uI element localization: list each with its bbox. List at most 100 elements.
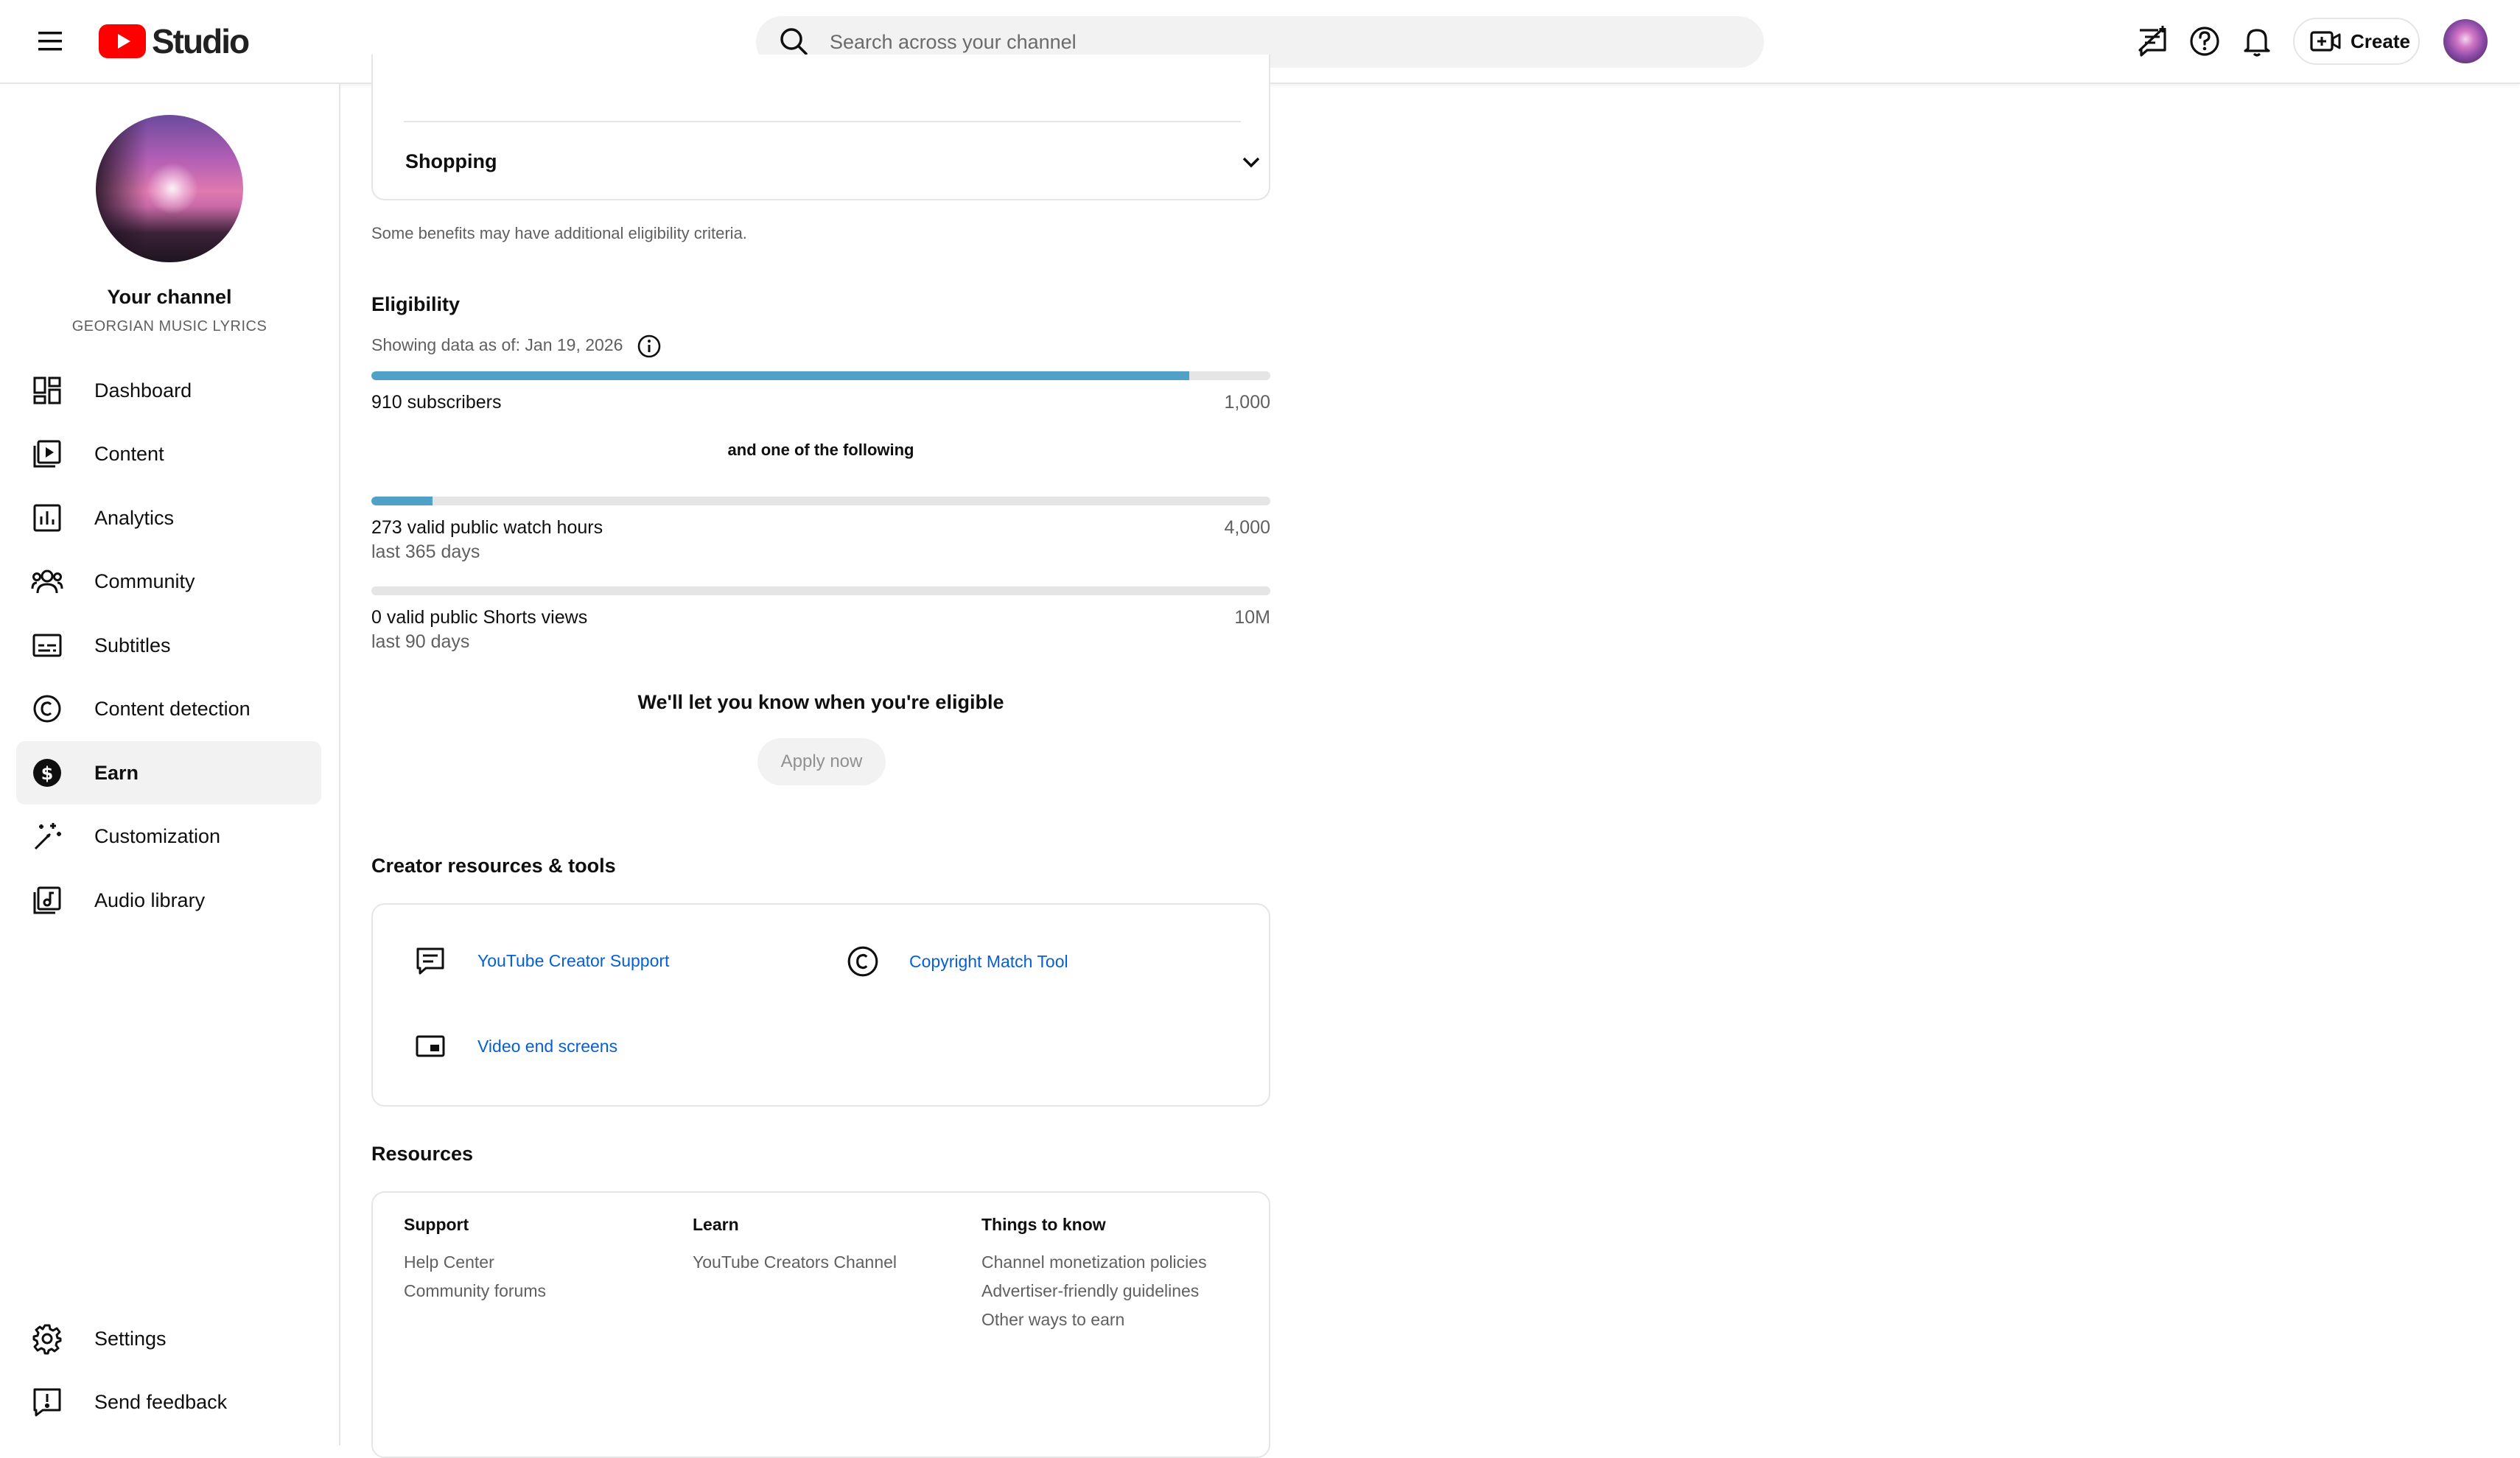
gear-icon: [31, 1322, 63, 1355]
sidebar-item-label: Dashboard: [94, 379, 192, 402]
creator-tools-title: Creator resources & tools: [371, 855, 616, 877]
feedback-chat-icon[interactable]: [2135, 24, 2170, 59]
resources-column-support: Support Help Center Community forums: [404, 1215, 546, 1301]
info-icon[interactable]: [637, 334, 662, 359]
shorts-views-label: 0 valid public Shorts views: [371, 607, 588, 628]
sidebar-item-label: Subtitles: [94, 634, 171, 656]
resources-column-learn: Learn YouTube Creators Channel: [693, 1215, 897, 1272]
shopping-accordion[interactable]: Shopping: [373, 122, 1269, 199]
subscribers-progress-bar: [371, 371, 1270, 380]
benefits-card: Shopping: [371, 55, 1270, 200]
audio-library-icon: [31, 884, 63, 916]
shorts-views-progress-bar: [371, 586, 1270, 595]
subscribers-target: 1,000: [1224, 392, 1270, 413]
shorts-views-period: last 90 days: [371, 631, 470, 652]
sidebar-item-label: Content: [94, 442, 164, 465]
end-screens-link[interactable]: Video end screens: [414, 1030, 617, 1062]
sidebar-item-audio-library[interactable]: Audio library: [16, 869, 321, 932]
sidebar-item-label: Content detection: [94, 697, 251, 720]
sidebar-item-label: Audio library: [94, 889, 206, 911]
sidebar-item-label: Send feedback: [94, 1390, 228, 1413]
support-chat-icon: [414, 944, 447, 977]
magic-wand-icon: [31, 820, 63, 852]
sidebar-item-label: Customization: [94, 824, 221, 847]
create-video-icon: [2309, 27, 2342, 56]
watch-hours-progress-fill: [371, 497, 433, 505]
eligibility-notice: We'll let you know when you're eligible: [637, 691, 1004, 713]
resources-title: Resources: [371, 1143, 474, 1165]
dashboard-icon: [31, 374, 63, 407]
watch-hours-period: last 365 days: [371, 542, 480, 562]
create-button[interactable]: Create: [2293, 18, 2420, 65]
sidebar-item-customization[interactable]: Customization: [16, 805, 321, 868]
shorts-views-target: 10M: [1234, 607, 1270, 628]
sidebar-item-content[interactable]: Content: [16, 422, 321, 486]
copyright-match-label: Copyright Match Tool: [909, 951, 1068, 971]
logo-text: Studio: [152, 22, 250, 60]
watch-hours-label: 273 valid public watch hours: [371, 517, 603, 538]
copyright-match-link[interactable]: Copyright Match Tool: [846, 944, 1068, 978]
watch-hours-progress-bar: [371, 497, 1270, 505]
watch-hours-target: 4,000: [1224, 517, 1270, 538]
channel-name: GEORGIAN MUSIC LYRICS: [71, 318, 267, 334]
resources-column-heading: Learn: [693, 1215, 739, 1234]
channel-avatar[interactable]: [96, 115, 243, 262]
copyright-icon: [31, 693, 63, 725]
creator-support-label: YouTube Creator Support: [477, 950, 670, 970]
channel-title: Your channel: [107, 286, 232, 308]
help-center-link[interactable]: Help Center: [404, 1252, 546, 1272]
advertiser-guidelines-link[interactable]: Advertiser-friendly guidelines: [981, 1281, 1207, 1301]
sidebar-item-settings[interactable]: Settings: [16, 1307, 321, 1370]
dollar-icon: $: [31, 757, 63, 789]
chevron-down-icon: [1238, 149, 1264, 175]
eligibility-title: Eligibility: [371, 293, 461, 315]
resources-column-heading: Things to know: [981, 1215, 1106, 1234]
community-icon: [31, 565, 63, 597]
end-screens-label: Video end screens: [477, 1036, 618, 1056]
resources-column-things-to-know: Things to know Channel monetization poli…: [981, 1215, 1207, 1330]
account-avatar[interactable]: [2443, 19, 2488, 63]
resources-card: Support Help Center Community forums Lea…: [371, 1191, 1270, 1458]
apply-now-button[interactable]: Apply now: [757, 738, 886, 785]
sidebar-item-label: Analytics: [94, 506, 175, 529]
sidebar-item-content-detection[interactable]: Content detection: [16, 677, 321, 740]
sidebar-item-dashboard[interactable]: Dashboard: [16, 359, 321, 422]
sidebar-item-label: Community: [94, 569, 195, 592]
earn-main-content: Shopping Some benefits may have addition…: [340, 55, 2520, 1458]
sidebar-item-community[interactable]: Community: [16, 550, 321, 613]
content-icon: [31, 438, 63, 470]
analytics-icon: [31, 502, 63, 534]
shopping-label: Shopping: [405, 150, 497, 172]
creator-tools-card: YouTube Creator Support Copyright Match …: [371, 903, 1270, 1107]
search-input[interactable]: [828, 29, 1715, 55]
notifications-bell-icon[interactable]: [2239, 24, 2275, 59]
resources-column-heading: Support: [404, 1215, 469, 1234]
other-ways-to-earn-link[interactable]: Other ways to earn: [981, 1310, 1207, 1330]
subtitles-icon: [31, 629, 63, 662]
benefits-note: Some benefits may have additional eligib…: [371, 224, 747, 242]
monetization-policies-link[interactable]: Channel monetization policies: [981, 1252, 1207, 1272]
data-date-text: Showing data as of: Jan 19, 2026: [371, 335, 623, 354]
studio-logo[interactable]: Studio: [99, 21, 250, 62]
svg-text:$: $: [41, 763, 54, 784]
feedback-icon: [31, 1386, 63, 1418]
left-sidebar: Your channel GEORGIAN MUSIC LYRICS Dashb…: [0, 84, 340, 1445]
hamburger-menu-icon[interactable]: [29, 22, 71, 60]
help-icon[interactable]: [2187, 24, 2222, 59]
subscribers-progress-fill: [371, 371, 1190, 380]
sidebar-item-earn[interactable]: $ Earn: [16, 741, 321, 805]
creators-channel-link[interactable]: YouTube Creators Channel: [693, 1252, 897, 1272]
copyright-icon: [846, 944, 880, 978]
sidebar-item-label: Settings: [94, 1327, 167, 1350]
youtube-logo-icon: [99, 24, 146, 58]
end-screen-icon: [414, 1030, 447, 1062]
connector-text: and one of the following: [727, 441, 914, 459]
create-label: Create: [2351, 29, 2410, 52]
subscribers-label: 910 subscribers: [371, 392, 502, 413]
sidebar-item-send-feedback[interactable]: Send feedback: [16, 1370, 321, 1434]
sidebar-item-subtitles[interactable]: Subtitles: [16, 614, 321, 677]
sidebar-item-analytics[interactable]: Analytics: [16, 486, 321, 550]
community-forums-link[interactable]: Community forums: [404, 1281, 546, 1301]
creator-support-link[interactable]: YouTube Creator Support: [414, 944, 669, 977]
sidebar-item-label: Earn: [94, 761, 139, 784]
